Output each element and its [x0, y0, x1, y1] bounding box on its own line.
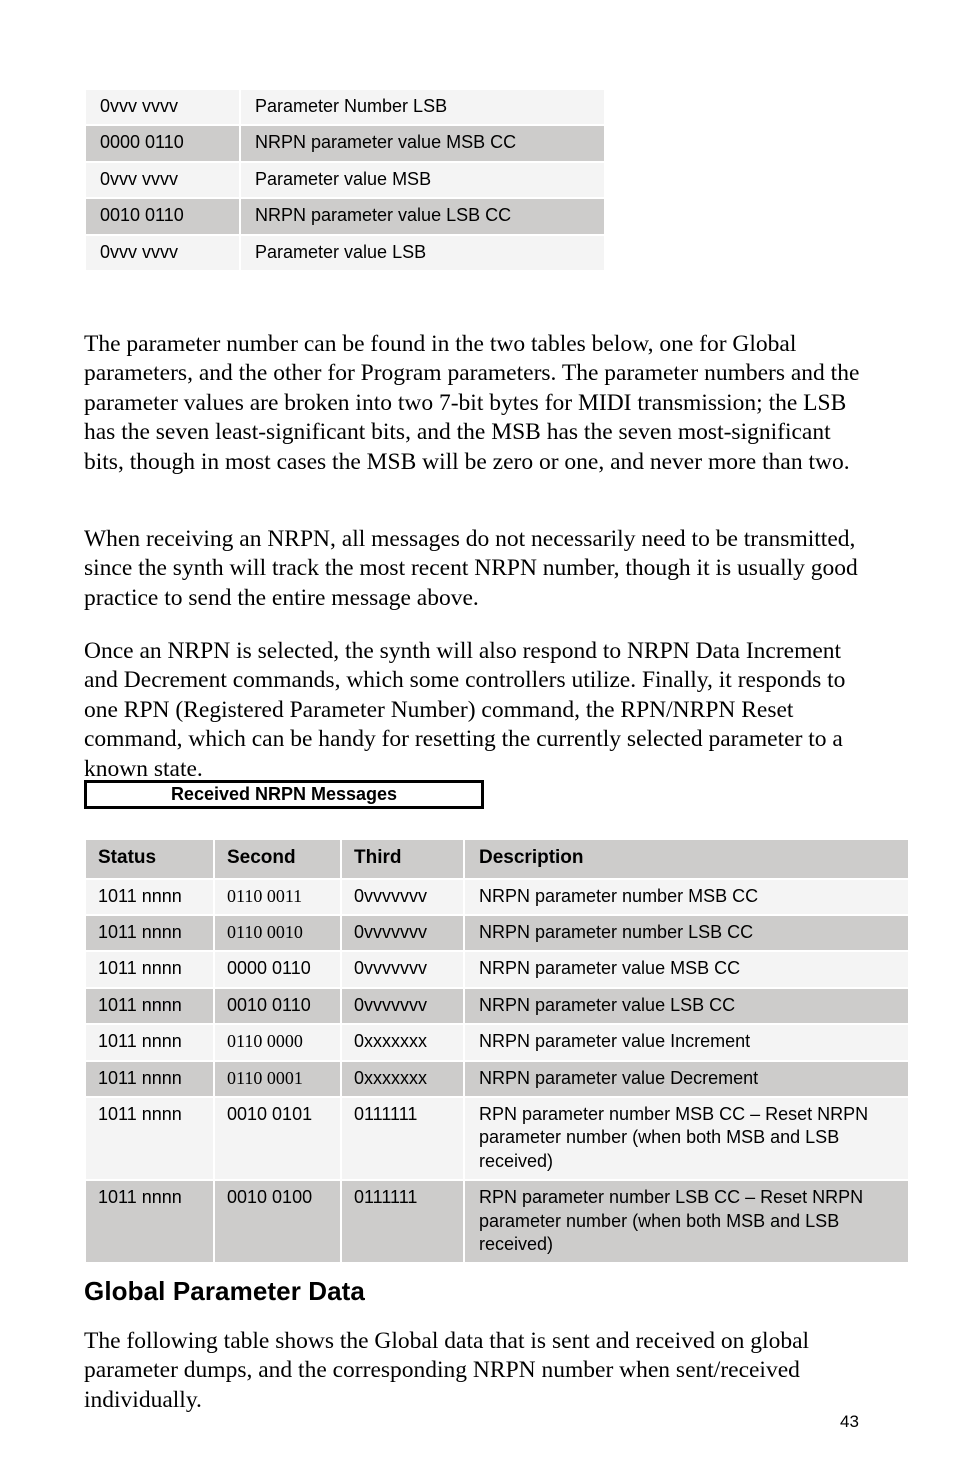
table-row: 0vvv vvvv Parameter value MSB [86, 162, 604, 198]
cell-byte: 0vvv vvvv [86, 90, 239, 125]
column-header-second: Second [215, 840, 340, 878]
cell-description: NRPN parameter value Decrement [465, 1061, 908, 1097]
page-number: 43 [840, 1412, 859, 1431]
nrpn-table-body: 1011 nnnn 0110 0011 0vvvvvvv NRPN parameter… [86, 879, 908, 1263]
table-row: 1011 nnnn 0010 0110 0vvvvvvv NRPN parameter… [86, 988, 908, 1024]
cell-description: NRPN parameter number LSB CC [465, 916, 908, 951]
cell-description: RPN parameter number MSB CC – Reset NRPN… [465, 1098, 908, 1180]
cell-second: 0110 0011 [215, 879, 340, 915]
received-nrpn-messages-table: Status Second Third Description 1011 nnn… [84, 838, 910, 1264]
table-row: 0vvv vvvv Parameter value LSB [86, 235, 604, 270]
cell-byte: 0000 0110 [86, 126, 239, 161]
table-row: 0000 0110 NRPN parameter value MSB CC [86, 126, 604, 161]
cell-description: Parameter Number LSB [241, 90, 604, 125]
message-bytes-table-body: 0vvv vvvv Parameter Number LSB 0000 0110 NR… [86, 90, 604, 270]
table-row: 0vvv vvvv Parameter Number LSB [86, 90, 604, 125]
table-row: 1011 nnnn 0000 0110 0vvvvvvv NRPN parameter… [86, 952, 908, 987]
cell-status: 1011 nnnn [86, 1098, 213, 1180]
cell-description: NRPN parameter value MSB CC [241, 126, 604, 161]
message-bytes-table: 0vvv vvvv Parameter Number LSB 0000 0110 NR… [84, 88, 606, 272]
cell-byte: 0010 0110 [86, 199, 239, 234]
cell-second: 0000 0110 [215, 952, 340, 987]
cell-description: RPN parameter number LSB CC – Reset NRPN… [465, 1181, 908, 1263]
cell-description: Parameter value MSB [241, 162, 604, 198]
cell-third: 0vvvvvvv [342, 916, 463, 951]
cell-second: 0010 0110 [215, 988, 340, 1024]
cell-byte: 0vvv vvvv [86, 235, 239, 270]
paragraph-rpn-reset: Once an NRPN is selected, the synth will… [84, 637, 846, 782]
cell-third: 0xxxxxxx [342, 1025, 463, 1060]
table-row: 1011 nnnn 0110 0010 0vvvvvvv NRPN parameter… [86, 916, 908, 951]
paragraph-parameter-number-explanation: The parameter number can be found in the… [84, 330, 860, 475]
cell-second: 0010 0101 [215, 1098, 340, 1180]
column-header-third: Third [342, 840, 463, 878]
cell-status: 1011 nnnn [86, 879, 213, 915]
cell-third: 0vvvvvvv [342, 879, 463, 915]
paragraph-global-data-intro: The following table shows the Global dat… [84, 1327, 810, 1413]
cell-third: 0111111 [342, 1098, 463, 1180]
cell-description: NRPN parameter value MSB CC [465, 952, 908, 987]
cell-status: 1011 nnnn [86, 1181, 213, 1263]
cell-status: 1011 nnnn [86, 988, 213, 1024]
table-header-row: Status Second Third Description [86, 840, 908, 878]
nrpn-table-head: Status Second Third Description [86, 840, 908, 878]
cell-second: 0110 0010 [215, 916, 340, 951]
cell-description: NRPN parameter value Increment [465, 1025, 908, 1060]
table-row: 1011 nnnn 0110 0001 0xxxxxxx NRPN parameter… [86, 1061, 908, 1097]
column-header-status: Status [86, 840, 213, 878]
cell-status: 1011 nnnn [86, 1025, 213, 1060]
page-title-global-parameter-data: Global Parameter Data [84, 1275, 365, 1306]
received-nrpn-messages-caption: Received NRPN Messages [84, 780, 484, 809]
cell-description: NRPN parameter value LSB CC [241, 199, 604, 234]
column-header-description: Description [465, 840, 908, 878]
cell-description: NRPN parameter value LSB CC [465, 988, 908, 1024]
cell-description: NRPN parameter number MSB CC [465, 879, 908, 915]
cell-second: 0110 0001 [215, 1061, 340, 1097]
document-page: 0vvv vvvv Parameter Number LSB 0000 0110 NR… [0, 0, 954, 1475]
cell-third: 0111111 [342, 1181, 463, 1263]
cell-third: 0vvvvvvv [342, 952, 463, 987]
cell-second: 0110 0000 [215, 1025, 340, 1060]
cell-second: 0010 0100 [215, 1181, 340, 1263]
cell-description: Parameter value LSB [241, 235, 604, 270]
table-row: 0010 0110 NRPN parameter value LSB CC [86, 199, 604, 234]
cell-status: 1011 nnnn [86, 952, 213, 987]
cell-status: 1011 nnnn [86, 916, 213, 951]
table-row: 1011 nnnn 0010 0100 0111111 RPN parameter n… [86, 1181, 908, 1263]
table-row: 1011 nnnn 0110 0000 0xxxxxxx NRPN parameter… [86, 1025, 908, 1060]
paragraph-receiving-nrpn: When receiving an NRPN, all messages do … [84, 525, 858, 611]
cell-byte: 0vvv vvvv [86, 162, 239, 198]
table-row: 1011 nnnn 0010 0101 0111111 RPN parameter n… [86, 1098, 908, 1180]
cell-third: 0xxxxxxx [342, 1061, 463, 1097]
table-row: 1011 nnnn 0110 0011 0vvvvvvv NRPN parameter… [86, 879, 908, 915]
cell-status: 1011 nnnn [86, 1061, 213, 1097]
cell-third: 0vvvvvvv [342, 988, 463, 1024]
